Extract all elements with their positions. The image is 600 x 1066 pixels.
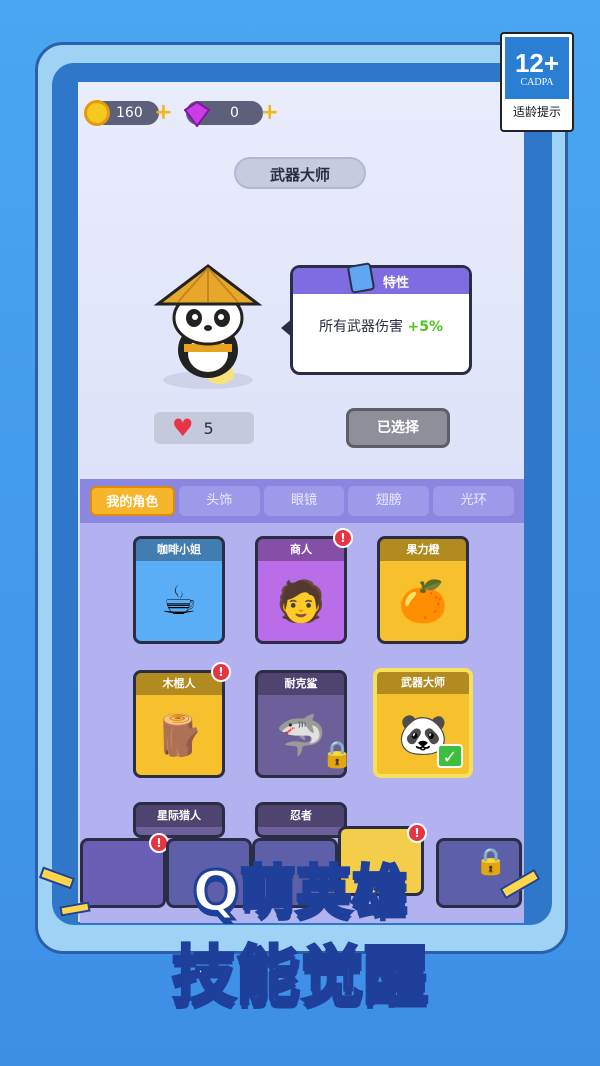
- hero-card[interactable]: 果力橙 🍊: [377, 536, 469, 644]
- coin-amount: 160: [116, 105, 143, 121]
- panda-hero-icon: [153, 264, 263, 389]
- coin-icon: [84, 100, 110, 126]
- hero-name: 耐克鲨: [258, 673, 344, 695]
- trait-label: 特性: [383, 275, 410, 291]
- add-coins-button[interactable]: +: [154, 102, 172, 124]
- tab-0[interactable]: 我的角色: [90, 486, 175, 516]
- trait-card-icon: [346, 262, 376, 294]
- gem-amount: 0: [230, 105, 239, 121]
- lock-icon: 🔒: [321, 740, 354, 770]
- rating-age: 12+: [514, 47, 560, 78]
- hero-card[interactable]: 忍者: [255, 802, 347, 838]
- selected-button[interactable]: 已选择: [346, 408, 450, 448]
- tab-3[interactable]: 翅膀: [348, 486, 430, 516]
- check-icon: ✓: [437, 744, 463, 768]
- promo-headline-2: 技能觉醒: [171, 939, 430, 1016]
- orange-icon: 🍊: [398, 578, 448, 625]
- age-rating-badge: 12+ CADPA 适龄提示: [500, 32, 574, 132]
- hero-name: 星际猎人: [136, 805, 222, 827]
- coffee-cup-icon: ☕: [161, 578, 197, 624]
- trait-bonus: +5%: [407, 319, 443, 335]
- coin-counter: 160 +: [84, 100, 173, 126]
- hero-card[interactable]: 星际猎人: [133, 802, 225, 838]
- trait-text: 所有武器伤害: [319, 319, 404, 335]
- hero-card[interactable]: 木棍人 🪵: [133, 670, 225, 778]
- hero-title: 武器大师: [234, 157, 366, 189]
- merchant-icon: 🧑: [276, 578, 326, 625]
- rating-hint: 适龄提示: [512, 105, 561, 119]
- heart-icon: ♥: [172, 414, 194, 442]
- hero-name: 咖啡小姐: [136, 539, 222, 561]
- alert-badge: !: [211, 662, 231, 682]
- hero-name: 忍者: [258, 805, 344, 827]
- hero-card[interactable]: 咖啡小姐 ☕: [133, 536, 225, 644]
- stick-man-icon: 🪵: [154, 712, 204, 759]
- promo-headline-1: Q萌英雄: [191, 859, 410, 927]
- hero-card[interactable]: 商人 🧑: [255, 536, 347, 644]
- gem-counter: 0 +: [184, 100, 279, 127]
- add-gems-button[interactable]: +: [260, 102, 278, 124]
- hero-health: ♥ 5: [154, 412, 254, 444]
- trait-card: 特性 所有武器伤害 +5%: [281, 262, 472, 375]
- health-value: 5: [203, 418, 214, 438]
- hero-name: 木棍人: [136, 673, 222, 695]
- hero-name: 武器大师: [377, 672, 469, 694]
- rating-org: CADPA: [520, 76, 554, 88]
- hero-name: 果力橙: [380, 539, 466, 561]
- tab-4[interactable]: 光环: [433, 486, 514, 516]
- gem-icon: [184, 101, 210, 127]
- category-tabs: 我的角色 头饰 眼镜 翅膀 光环: [80, 479, 524, 523]
- tab-1[interactable]: 头饰: [178, 486, 260, 516]
- alert-badge: !: [333, 528, 353, 548]
- hero-name: 商人: [258, 539, 344, 561]
- alert-badge: !: [407, 823, 427, 843]
- tab-2[interactable]: 眼镜: [263, 486, 345, 516]
